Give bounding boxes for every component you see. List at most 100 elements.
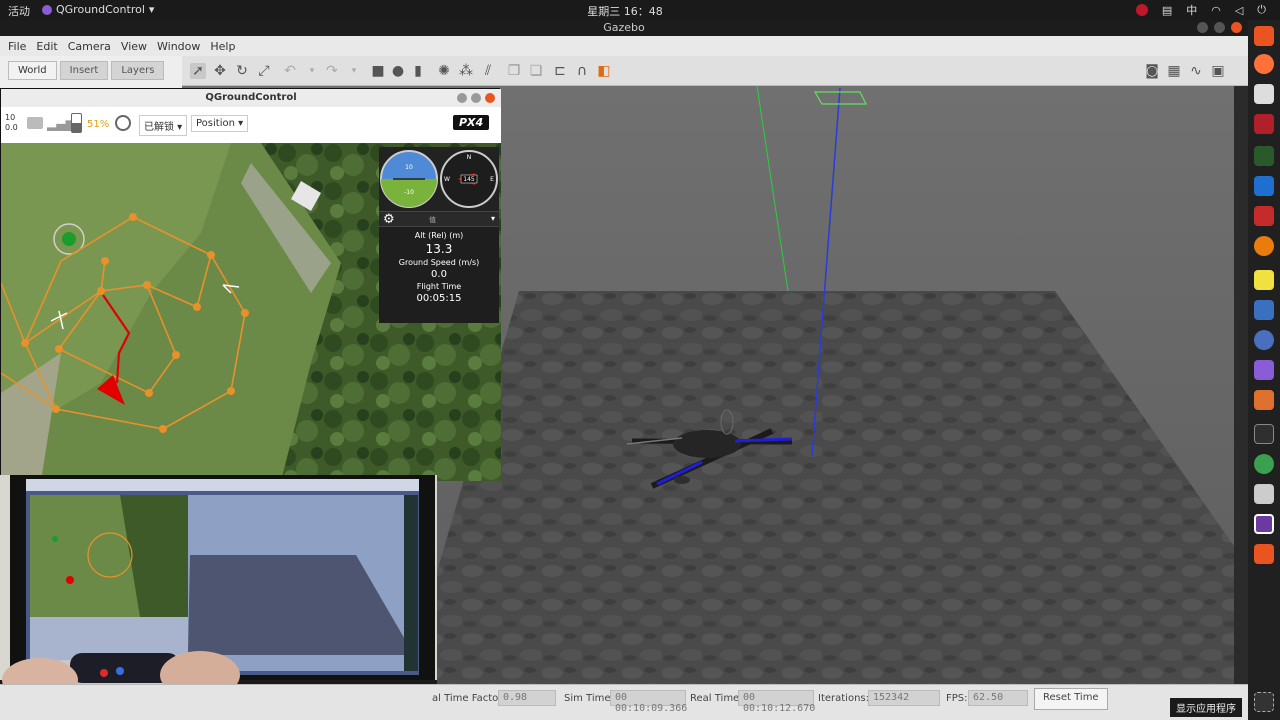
pitch-tick-down: -10 (404, 189, 414, 196)
show-apps-tooltip: 显示应用程序 (1170, 698, 1242, 717)
layers-app-icon[interactable] (1254, 544, 1274, 564)
presentation-icon[interactable] (1254, 114, 1274, 134)
iterations-label: Iterations: (818, 693, 869, 704)
waypoint[interactable] (241, 309, 249, 317)
waypoint[interactable] (207, 251, 215, 259)
translate-mode-icon[interactable]: ✥ (212, 63, 228, 79)
waypoint[interactable] (172, 351, 180, 359)
blender-icon[interactable] (1254, 236, 1274, 256)
redo-history-icon[interactable]: ▾ (346, 63, 362, 79)
waypoint[interactable] (145, 389, 153, 397)
terminal-icon[interactable] (1254, 424, 1274, 444)
waypoint[interactable] (55, 345, 63, 353)
waypoint[interactable] (52, 405, 60, 413)
rc-icon[interactable] (27, 117, 43, 129)
waypoint[interactable] (193, 303, 201, 311)
undo-history-icon[interactable]: ▾ (304, 63, 320, 79)
battery-icon[interactable] (71, 113, 82, 133)
book-icon[interactable]: ▤ (1162, 4, 1172, 17)
menu-view[interactable]: View (121, 40, 147, 53)
close-button[interactable] (1231, 22, 1242, 33)
waypoint[interactable] (97, 287, 105, 295)
reset-time-button[interactable]: Reset Time (1034, 688, 1108, 710)
copy-icon[interactable]: ❐ (506, 63, 522, 79)
tab-world[interactable]: World (8, 61, 57, 80)
real-time-label: Real Time: (690, 693, 743, 704)
software-center-icon[interactable] (1254, 26, 1274, 46)
sphere-shape-icon[interactable]: ● (390, 63, 406, 79)
clock[interactable]: 星期三 16：48 (560, 3, 690, 19)
ros-icon[interactable] (1254, 330, 1274, 350)
waypoint[interactable] (227, 387, 235, 395)
mission-target-icon[interactable] (115, 115, 131, 131)
value-label: Flight Time (416, 282, 462, 291)
input-method-label[interactable]: 中 (1186, 2, 1197, 18)
tab-layers[interactable]: Layers (111, 61, 165, 80)
app-grid-icon[interactable] (1254, 692, 1274, 712)
waypoint[interactable] (159, 425, 167, 433)
change-view-icon[interactable]: ◧ (596, 63, 612, 79)
power-icon[interactable]: ⏻ (1257, 3, 1266, 17)
app-menu[interactable]: QGroundControl ▾ (42, 3, 154, 16)
left-panel: World Insert Layers (0, 56, 182, 90)
waypoint[interactable] (129, 213, 137, 221)
files-icon[interactable] (1254, 84, 1274, 104)
waypoint[interactable] (143, 281, 151, 289)
tab-insert[interactable]: Insert (59, 61, 109, 80)
maximize-button[interactable] (1214, 22, 1225, 33)
settings-app-icon[interactable] (1254, 206, 1274, 226)
menu-camera[interactable]: Camera (68, 40, 111, 53)
spot-light-icon[interactable]: ⁂ (458, 63, 474, 79)
select-mode-icon[interactable]: ➚ (190, 63, 206, 79)
mission-map[interactable]: 10 -10 N E W 145 ⚙ 值 ▾ Alt (Rel) (m) 13.… (1, 143, 501, 481)
flight-mode-dropdown[interactable]: Position ▾ (191, 115, 249, 132)
volume-icon[interactable]: ◁ (1235, 4, 1243, 17)
cube-app-icon[interactable] (1254, 300, 1274, 320)
video-record-icon[interactable]: ▣ (1210, 63, 1226, 79)
qgc-close-button[interactable] (485, 93, 495, 103)
screen-share-icon[interactable] (1254, 360, 1274, 380)
record-indicator-icon[interactable] (1135, 4, 1148, 16)
battery-percent: 51% (87, 119, 110, 130)
align-icon[interactable]: ⊏ (552, 63, 568, 79)
value-label: Ground Speed (m/s) (398, 258, 480, 267)
waypoint[interactable] (101, 257, 109, 265)
undo-icon[interactable]: ↶ (282, 63, 298, 79)
vscode-icon[interactable] (1254, 176, 1274, 196)
directional-light-icon[interactable]: ⫽ (480, 63, 496, 79)
redo-icon[interactable]: ↷ (324, 63, 340, 79)
sim-time-label: Sim Time: (564, 693, 614, 704)
qgc-minimize-button[interactable] (457, 93, 467, 103)
rotate-mode-icon[interactable]: ↻ (234, 63, 250, 79)
map-app-icon[interactable] (1254, 454, 1274, 474)
home-marker[interactable] (62, 232, 76, 246)
menu-edit[interactable]: Edit (36, 40, 57, 53)
menu-file[interactable]: File (8, 40, 26, 53)
qgc-maximize-button[interactable] (471, 93, 481, 103)
minimize-button[interactable] (1197, 22, 1208, 33)
arm-state-dropdown[interactable]: 已解锁 ▾ (139, 115, 188, 136)
qgc-running-icon[interactable] (1254, 514, 1274, 534)
firefox-icon[interactable] (1254, 54, 1274, 74)
wifi-icon[interactable]: ◠ (1211, 4, 1221, 17)
screenshot-icon[interactable]: ◙ (1144, 63, 1160, 79)
gear-icon[interactable]: ⚙ (383, 212, 395, 228)
menu-help[interactable]: Help (210, 40, 235, 53)
snap-icon[interactable]: ∩ (574, 63, 590, 79)
box-shape-icon[interactable]: ■ (370, 63, 386, 79)
waypoint[interactable] (21, 339, 29, 347)
cylinder-shape-icon[interactable]: ▮ (410, 63, 426, 79)
point-light-icon[interactable]: ✺ (436, 63, 452, 79)
scale-mode-icon[interactable]: ⤢ (256, 63, 272, 79)
paste-icon[interactable]: ❏ (528, 63, 544, 79)
plot-icon[interactable]: ∿ (1188, 63, 1204, 79)
text-editor-icon[interactable] (1254, 270, 1274, 290)
activities-button[interactable]: 活动 (8, 3, 30, 19)
menu-window[interactable]: Window (157, 40, 200, 53)
values-widget-header: ⚙ 值 ▾ (379, 211, 499, 227)
qgc-app-icon[interactable] (1254, 146, 1274, 166)
package-icon[interactable] (1254, 390, 1274, 410)
log-icon[interactable]: ▦ (1166, 63, 1182, 79)
usb-drive-icon[interactable] (1254, 484, 1274, 504)
values-collapse-icon[interactable]: ▾ (491, 214, 495, 223)
